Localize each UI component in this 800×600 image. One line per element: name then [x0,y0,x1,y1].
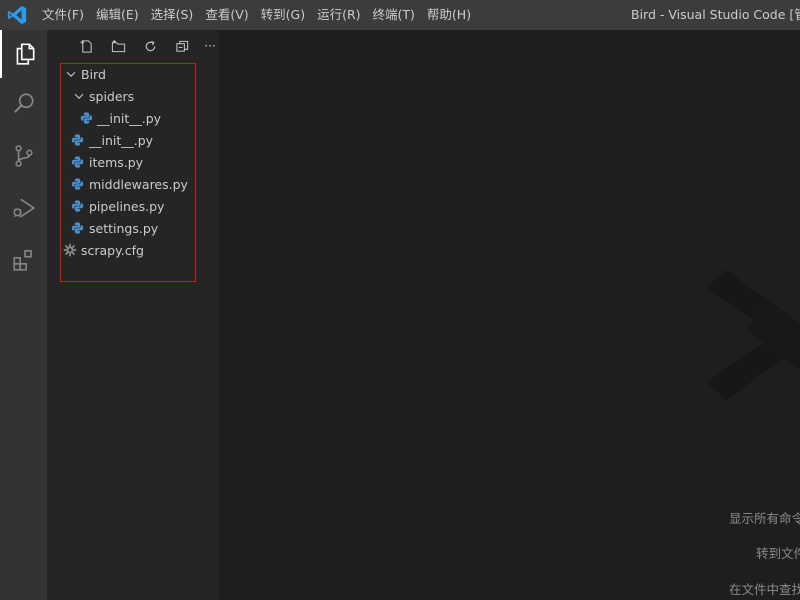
activity-source-control[interactable] [0,132,47,180]
menu-go[interactable]: 转到(G) [255,0,311,30]
new-folder-button[interactable] [109,37,127,55]
activity-bar [0,30,47,600]
window-title: Bird - Visual Studio Code [管理员] [631,7,800,22]
python-file-icon [71,222,84,234]
menu-bar: 文件(F) 编辑(E) 选择(S) 查看(V) 转到(G) 运行(R) 终端(T… [36,0,477,30]
tree-item-bird-folder[interactable]: Bird [61,64,195,86]
chevron-down-icon [66,71,76,77]
activity-run-debug[interactable] [0,184,47,232]
hint-find-in-files: 在文件中查找 [729,582,800,597]
explorer-icon [16,43,34,65]
vscode-logo-icon [7,5,27,25]
tree-item-scrapy-cfg[interactable]: scrapy.cfg [61,240,195,262]
refresh-icon [145,40,155,51]
menu-terminal[interactable]: 终端(T) [367,0,421,30]
tree-item-middlewares-py[interactable]: middlewares.py [61,174,195,196]
activity-search[interactable] [0,80,47,128]
tree-item-settings-py[interactable]: settings.py [61,218,195,240]
tree-item-label: __init__.py [89,133,154,148]
new-folder-icon [111,39,125,52]
python-file-icon [71,134,84,146]
explorer-sidebar: ··· Bird spiders __init__.py __init__.py… [47,30,218,600]
menu-selection[interactable]: 选择(S) [145,0,200,30]
tree-item-label: pipelines.py [89,199,165,214]
new-file-button[interactable] [77,37,95,55]
activity-extensions[interactable] [0,236,47,284]
tree-item-label: settings.py [89,221,159,236]
menu-view[interactable]: 查看(V) [199,0,254,30]
gear-icon [63,243,77,257]
tree-item-spiders-folder[interactable]: spiders [61,86,195,108]
tree-item-items-py[interactable]: items.py [61,152,195,174]
extensions-icon [12,249,32,271]
vscode-watermark-icon [706,270,800,400]
tree-item-init-py[interactable]: __init__.py [61,130,195,152]
search-icon [13,93,34,113]
tree-item-label: middlewares.py [89,177,188,192]
title-bar: 文件(F) 编辑(E) 选择(S) 查看(V) 转到(G) 运行(R) 终端(T… [0,0,800,30]
more-icon[interactable]: ··· [203,37,217,55]
activity-explorer[interactable] [0,30,47,78]
hint-go-to-file: 转到文件 [756,546,800,561]
new-file-icon [79,39,92,53]
menu-edit[interactable]: 编辑(E) [90,0,145,30]
menu-file[interactable]: 文件(F) [36,0,90,30]
explorer-toolbar: ··· [47,30,218,61]
menu-help[interactable]: 帮助(H) [421,0,477,30]
python-file-icon [71,156,84,168]
tree-item-label: Bird [81,67,106,82]
python-file-icon [80,112,93,124]
tree-item-pipelines-py[interactable]: pipelines.py [61,196,195,218]
tree-item-label: scrapy.cfg [81,243,144,258]
hint-show-all-commands: 显示所有命令 [729,511,800,526]
refresh-button[interactable] [141,37,159,55]
source-control-icon [14,145,33,167]
chevron-down-icon [74,93,84,99]
python-file-icon [71,178,84,190]
editor-area: 显示所有命令 转到文件 在文件中查找 [218,30,800,600]
file-tree: Bird spiders __init__.py __init__.py ite… [60,63,196,282]
tree-item-label: items.py [89,155,144,170]
run-debug-icon [12,198,35,218]
python-file-icon [71,200,84,212]
collapse-all-button[interactable] [173,37,191,55]
tree-item-spiders-init-py[interactable]: __init__.py [61,108,195,130]
collapse-all-icon [175,40,188,52]
tree-item-label: __init__.py [97,111,162,126]
menu-run[interactable]: 运行(R) [311,0,366,30]
tree-item-label: spiders [89,89,135,104]
